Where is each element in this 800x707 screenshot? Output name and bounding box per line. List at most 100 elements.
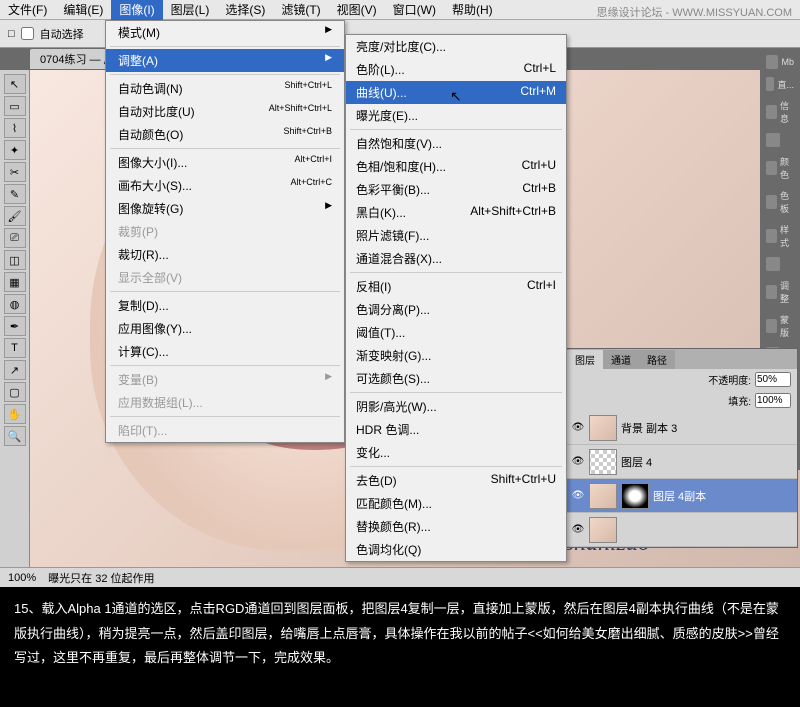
submenu-item[interactable]: 去色(D)Shift+Ctrl+U [346,469,566,492]
layer-row[interactable]: 👁 [567,513,797,547]
menu-file[interactable]: 文件(F) [0,0,55,20]
panel-shortcut[interactable] [764,130,796,150]
layer-name[interactable]: 图层 4 [621,454,652,470]
menu-item[interactable]: 裁切(R)... [106,243,344,266]
submenu-item[interactable]: 变化... [346,441,566,464]
panel-shortcut[interactable]: 直... [764,74,796,94]
watermark: 思缘设计论坛 - WWW.MISSYUAN.COM [596,4,792,20]
menu-item[interactable]: 自动对比度(U)Alt+Shift+Ctrl+L [106,100,344,123]
layer-name[interactable]: 图层 4副本 [653,488,706,504]
gradient-tool[interactable]: ▦ [4,272,26,292]
layer-thumbnail[interactable] [589,449,617,475]
crop-tool[interactable]: ✂ [4,162,26,182]
menu-item[interactable]: 图像旋转(G)▶ [106,197,344,220]
lasso-tool[interactable]: ⌇ [4,118,26,138]
autoselect-checkbox[interactable] [21,27,34,40]
status-bar: 100% 曝光只在 32 位起作用 [0,567,800,587]
visibility-toggle[interactable]: 👁 [571,421,585,435]
zoom-level[interactable]: 100% [8,572,36,584]
submenu-item[interactable]: 替换颜色(R)... [346,515,566,538]
menu-layer[interactable]: 图层(L) [163,0,218,20]
stamp-tool[interactable]: ⎚ [4,228,26,248]
tab-paths[interactable]: 路径 [639,350,675,369]
zoom-tool[interactable]: 🔍 [4,426,26,446]
menu-edit[interactable]: 编辑(E) [55,0,111,20]
submenu-item[interactable]: 匹配颜色(M)... [346,492,566,515]
submenu-item[interactable]: 自然饱和度(V)... [346,132,566,155]
fill-input[interactable] [755,393,791,408]
menu-select[interactable]: 选择(S) [217,0,273,20]
submenu-item[interactable]: 通道混合器(X)... [346,247,566,270]
menu-item[interactable]: 应用图像(Y)... [106,317,344,340]
layer-row[interactable]: 👁 背景 副本 3 [567,411,797,445]
opacity-input[interactable] [755,372,791,387]
brush-tool[interactable]: 🖌 [4,206,26,226]
submenu-item[interactable]: 色调均化(Q) [346,538,566,561]
marquee-tool[interactable]: ▭ [4,96,26,116]
menu-item[interactable]: 图像大小(I)...Alt+Ctrl+I [106,151,344,174]
panel-shortcut[interactable]: 颜色 [764,152,796,184]
menu-item: 应用数据组(L)... [106,391,344,414]
hand-tool[interactable]: ✋ [4,404,26,424]
panel-shortcut[interactable] [764,254,796,274]
panel-shortcut[interactable]: 蒙版 [764,310,796,342]
tab-layers[interactable]: 图层 [567,350,603,369]
visibility-toggle[interactable]: 👁 [571,455,585,469]
menu-item[interactable]: 计算(C)... [106,340,344,363]
menu-item[interactable]: 自动颜色(O)Shift+Ctrl+B [106,123,344,146]
submenu-item[interactable]: 曲线(U)...Ctrl+M [346,81,566,104]
panel-shortcut[interactable]: 色板 [764,186,796,218]
layer-thumbnail[interactable] [589,517,617,543]
submenu-item[interactable]: 照片滤镜(F)... [346,224,566,247]
submenu-item[interactable]: 色彩平衡(B)...Ctrl+B [346,178,566,201]
pen-tool[interactable]: ✒ [4,316,26,336]
menu-item[interactable]: 画布大小(S)...Alt+Ctrl+C [106,174,344,197]
submenu-item[interactable]: 色相/饱和度(H)...Ctrl+U [346,155,566,178]
layers-panel-tabs: 图层 通道 路径 [567,349,797,369]
panel-shortcut[interactable]: 样式 [764,220,796,252]
submenu-item[interactable]: 阴影/高光(W)... [346,395,566,418]
submenu-item[interactable]: 反相(I)Ctrl+I [346,275,566,298]
blur-tool[interactable]: ◍ [4,294,26,314]
submenu-item[interactable]: 曝光度(E)... [346,104,566,127]
fill-label: 填充: [728,393,751,408]
panel-strip-mid [708,48,758,52]
image-menu-dropdown: 模式(M)▶ 调整(A)▶ 自动色调(N)Shift+Ctrl+L自动对比度(U)A… [105,20,345,443]
submenu-item[interactable]: 亮度/对比度(C)... [346,35,566,58]
shape-tool[interactable]: ▢ [4,382,26,402]
menu-view[interactable]: 视图(V) [329,0,385,20]
panel-shortcut[interactable]: 信息 [764,96,796,128]
layer-row[interactable]: 👁 图层 4 [567,445,797,479]
layer-mask[interactable] [621,483,649,509]
submenu-item[interactable]: 色调分离(P)... [346,298,566,321]
type-tool[interactable]: T [4,338,26,358]
menu-filter[interactable]: 滤镜(T) [273,0,328,20]
eraser-tool[interactable]: ◫ [4,250,26,270]
submenu-item[interactable]: 可选颜色(S)... [346,367,566,390]
wand-tool[interactable]: ✦ [4,140,26,160]
layer-name[interactable]: 背景 副本 3 [621,420,677,436]
panel-shortcut[interactable]: Mb [764,52,796,72]
tab-channels[interactable]: 通道 [603,350,639,369]
layer-thumbnail[interactable] [589,415,617,441]
panel-shortcut[interactable]: 调整 [764,276,796,308]
submenu-item[interactable]: 渐变映射(G)... [346,344,566,367]
layer-row[interactable]: 👁 图层 4副本 [567,479,797,513]
menu-image[interactable]: 图像(I) [111,0,162,20]
move-tool[interactable]: ↖ [4,74,26,94]
menu-item[interactable]: 自动色调(N)Shift+Ctrl+L [106,77,344,100]
menu-item[interactable]: 调整(A)▶ [106,49,344,72]
menu-item[interactable]: 模式(M)▶ [106,21,344,44]
submenu-item[interactable]: 黑白(K)...Alt+Shift+Ctrl+B [346,201,566,224]
visibility-toggle[interactable]: 👁 [571,523,585,537]
path-tool[interactable]: ↗ [4,360,26,380]
submenu-item[interactable]: 色阶(L)...Ctrl+L [346,58,566,81]
submenu-item[interactable]: HDR 色调... [346,418,566,441]
menu-help[interactable]: 帮助(H) [444,0,501,20]
layer-thumbnail[interactable] [589,483,617,509]
eyedropper-tool[interactable]: ✎ [4,184,26,204]
menu-window[interactable]: 窗口(W) [385,0,444,20]
submenu-item[interactable]: 阈值(T)... [346,321,566,344]
menu-item[interactable]: 复制(D)... [106,294,344,317]
visibility-toggle[interactable]: 👁 [571,489,585,503]
